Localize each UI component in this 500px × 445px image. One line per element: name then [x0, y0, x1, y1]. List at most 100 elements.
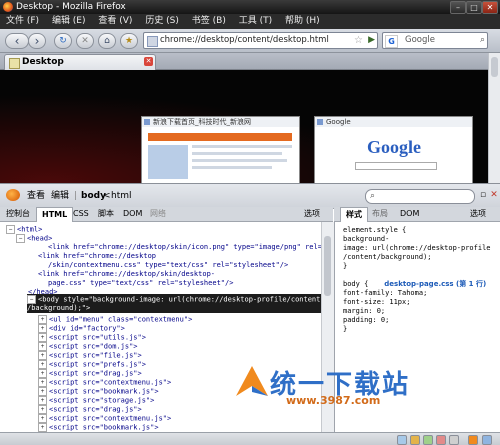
- thumbnail-google[interactable]: Google Google: [314, 116, 473, 185]
- menu-file[interactable]: 文件 (F): [6, 16, 39, 26]
- search-bar[interactable]: G Google ⌕: [382, 32, 488, 49]
- close-window-button[interactable]: ✕: [482, 1, 498, 14]
- html-tree-line[interactable]: /skin/contextmenu.css" type="text/css" r…: [48, 261, 288, 270]
- bookmarks-button[interactable]: ★: [120, 33, 138, 49]
- tab-side-dom[interactable]: DOM: [400, 207, 419, 221]
- html-tree-line[interactable]: <link href="chrome://desktop/skin/icon.p…: [48, 243, 321, 252]
- favicon-icon: [144, 119, 150, 125]
- bookmark-star-icon[interactable]: ☆: [354, 33, 363, 48]
- html-tree-line[interactable]: <link href="chrome://desktop: [38, 252, 156, 261]
- style-rule-line[interactable]: background-: [343, 235, 389, 244]
- collapse-icon[interactable]: −: [6, 225, 15, 234]
- expand-icon[interactable]: +: [38, 351, 47, 360]
- expand-icon[interactable]: +: [38, 378, 47, 387]
- tab-close-icon[interactable]: ✕: [144, 57, 153, 66]
- watermark-logo-icon: [236, 366, 268, 396]
- forward-button[interactable]: ›: [28, 33, 46, 49]
- google-engine-icon[interactable]: G: [385, 35, 398, 48]
- expand-icon[interactable]: +: [38, 369, 47, 378]
- style-rule-line[interactable]: margin: 0;: [343, 307, 385, 316]
- devtools-toolbar: 查看 编辑 | body < html ⌕ ▫ ✕: [0, 183, 500, 209]
- back-button[interactable]: ‹: [5, 33, 29, 49]
- tab-dom[interactable]: DOM: [123, 207, 142, 221]
- firebug-icon[interactable]: [6, 189, 20, 201]
- maximize-button[interactable]: □: [466, 1, 482, 14]
- tab-css[interactable]: CSS: [73, 207, 89, 221]
- style-rule-line[interactable]: }: [343, 325, 347, 334]
- menu-help[interactable]: 帮助 (H): [285, 16, 320, 26]
- style-rule-line[interactable]: font-size: 11px;: [343, 298, 410, 307]
- url-bar[interactable]: chrome://desktop/content/desktop.html ☆ …: [143, 32, 378, 49]
- stop-button[interactable]: ✕: [76, 33, 94, 49]
- html-tree-line[interactable]: <link href="chrome://desktop/skin/deskto…: [38, 270, 215, 279]
- html-tree-line[interactable]: /background);">: [27, 304, 90, 313]
- thumbnail-sina[interactable]: 新浪下载首页_科技时代_新浪网: [141, 116, 300, 185]
- style-rule-text: }: [343, 325, 348, 333]
- style-rule-line[interactable]: }: [343, 262, 347, 271]
- thumbnail-line: [192, 166, 272, 169]
- tab-desktop[interactable]: Desktop ✕: [4, 54, 156, 70]
- title-bar: Desktop - Mozilla Firefox – □ ✕: [0, 0, 500, 14]
- devtools-menu-view[interactable]: 查看: [27, 184, 45, 208]
- tab-layout[interactable]: 布局: [372, 207, 388, 221]
- style-rule-text: body {: [343, 280, 369, 288]
- expand-icon[interactable]: +: [38, 396, 47, 405]
- thumbnail-line: [192, 145, 292, 148]
- style-rule-text: }: [343, 262, 348, 270]
- panel-options-button[interactable]: 选项: [304, 207, 320, 221]
- expand-icon[interactable]: +: [38, 360, 47, 369]
- reload-button[interactable]: ↻: [54, 33, 72, 49]
- tab-html[interactable]: HTML: [36, 207, 74, 222]
- expand-icon[interactable]: +: [38, 423, 47, 432]
- minimize-panel-icon[interactable]: ▫: [478, 189, 488, 201]
- scrollbar-thumb[interactable]: [491, 57, 498, 77]
- tab-script[interactable]: 脚本: [98, 207, 114, 221]
- minimize-button[interactable]: –: [450, 1, 466, 14]
- style-rule-line[interactable]: /content/background);: [343, 253, 432, 262]
- home-button[interactable]: ⌂: [98, 33, 116, 49]
- style-rule-line[interactable]: image: url(chrome://desktop-profile: [343, 244, 491, 253]
- expand-icon[interactable]: +: [38, 414, 47, 423]
- collapse-icon[interactable]: −: [27, 295, 36, 304]
- style-rule-line[interactable]: body { desktop-page.css (第 1 行): [343, 280, 486, 289]
- expand-icon[interactable]: +: [38, 315, 47, 324]
- favicon-icon: [317, 119, 323, 125]
- tab-favicon-icon: [9, 58, 20, 69]
- expand-icon[interactable]: +: [38, 405, 47, 414]
- close-panel-icon[interactable]: ✕: [489, 189, 499, 201]
- style-source-link[interactable]: desktop-page.css (第 1 行): [384, 280, 486, 288]
- go-arrow-icon[interactable]: ▶: [368, 33, 375, 48]
- tab-console[interactable]: 控制台: [6, 207, 30, 221]
- expand-icon[interactable]: +: [38, 342, 47, 351]
- search-icon[interactable]: ⌕: [480, 33, 485, 48]
- menu-history[interactable]: 历史 (S): [145, 16, 179, 26]
- breadcrumb-html[interactable]: html: [111, 184, 132, 208]
- style-rule-line[interactable]: element.style {: [343, 226, 406, 235]
- search-input[interactable]: Google: [405, 33, 435, 48]
- html-panel-scrollbar[interactable]: [321, 222, 334, 444]
- collapse-icon[interactable]: −: [16, 234, 25, 243]
- expand-icon[interactable]: +: [38, 324, 47, 333]
- html-tree-line[interactable]: − <head>: [16, 234, 52, 244]
- side-options-button[interactable]: 选项: [470, 207, 486, 221]
- style-rule-line[interactable]: padding: 0;: [343, 316, 389, 325]
- expand-icon[interactable]: +: [38, 333, 47, 342]
- scrollbar-thumb[interactable]: [324, 236, 331, 296]
- menu-edit[interactable]: 编辑 (E): [52, 16, 86, 26]
- devtools-search-input[interactable]: ⌕: [365, 189, 475, 204]
- menu-tools[interactable]: 工具 (T): [239, 16, 272, 26]
- devtools-menu-edit[interactable]: 编辑: [51, 184, 69, 208]
- page-scrollbar[interactable]: [488, 53, 500, 183]
- html-tree-line[interactable]: page.css" type="text/css" rel="styleshee…: [48, 279, 233, 288]
- menu-bookmarks[interactable]: 书签 (B): [192, 16, 226, 26]
- tab-strip: Desktop ✕: [0, 53, 500, 70]
- html-tree-panel: − <html> − <head> <link href="chrome://deskt…: [0, 222, 321, 444]
- expand-icon[interactable]: +: [38, 387, 47, 396]
- html-tree-text: <body style="background-image: url(chrom…: [38, 295, 321, 304]
- style-rule-text: font-family: Tahoma;: [343, 289, 428, 297]
- tab-style[interactable]: 样式: [340, 207, 368, 222]
- menu-view[interactable]: 查看 (V): [98, 16, 132, 26]
- style-rule-line[interactable]: font-family: Tahoma;: [343, 289, 427, 298]
- side-panel-tabs: 样式 布局 DOM 选项: [334, 207, 500, 222]
- tab-net[interactable]: 网络: [150, 207, 166, 221]
